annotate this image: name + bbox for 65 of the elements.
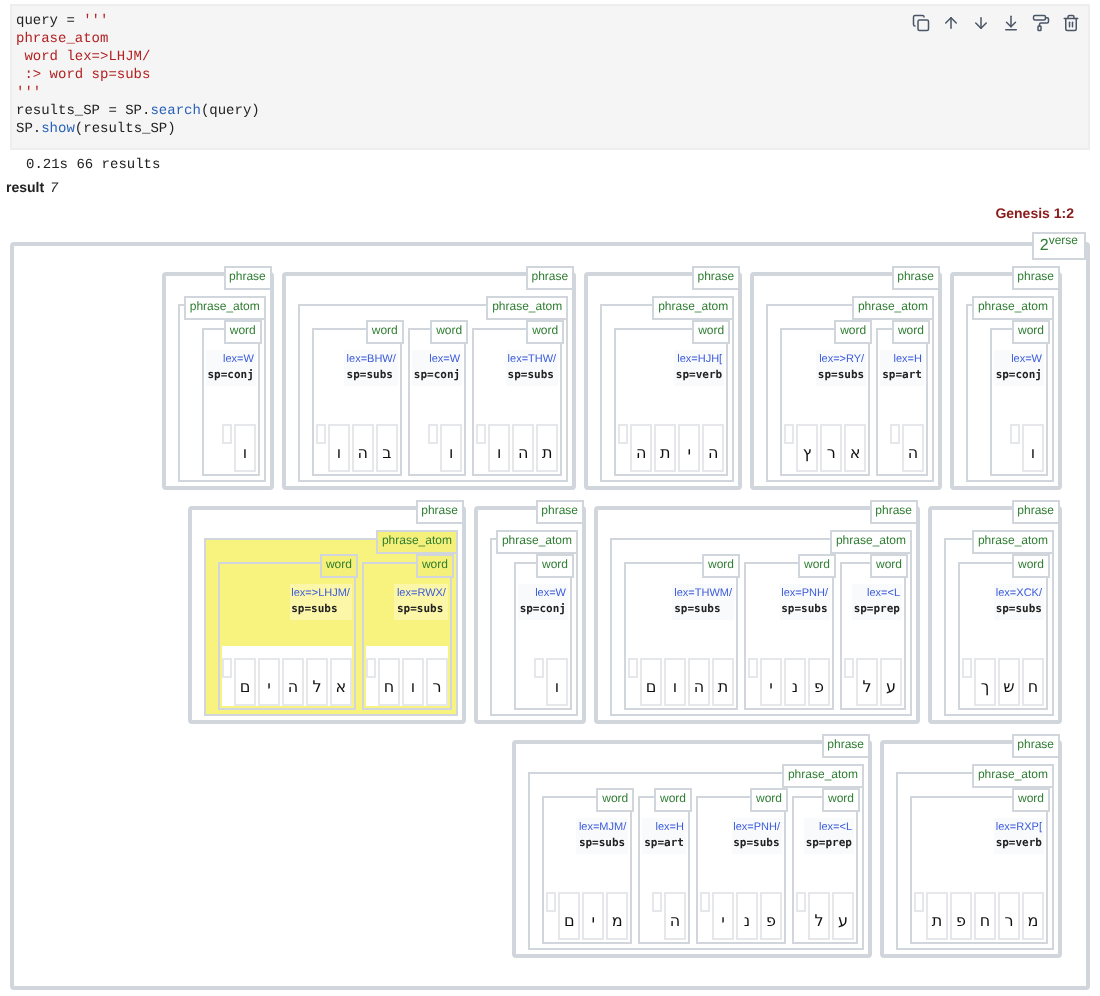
letter-cell: ך [974,658,996,706]
letter-cell: ם [558,892,581,940]
letter-cell: ת [536,424,559,472]
letter-cell: ו [440,424,463,472]
empty-cell [652,892,662,912]
empty-cell [428,424,439,444]
verse-tag: 2$^{verse}$ [1031,232,1086,260]
letter-cell: י [712,892,734,940]
letter-cell: ו [327,424,350,472]
letter-cell: מ [1022,892,1044,940]
letter-cell: ו [1022,424,1044,472]
paint-roller-icon[interactable] [1032,14,1050,32]
letter-cell: ת [926,892,948,940]
letter-cell: ה [664,892,686,940]
letter-cell: ל [305,658,328,706]
letter-cell: ר [820,424,843,472]
letter-cell: ו [664,658,686,706]
letter-cell: ח [377,658,400,706]
letter-cell: ת [654,424,677,472]
letter-cell: י [582,892,605,940]
letter-cell: ו [401,658,424,706]
letter-cell: י [257,658,280,706]
letter-cell: ה [688,658,710,706]
letter-cell: ר [998,892,1020,940]
letter-cell: ה [630,424,653,472]
letter-cell: ה [702,424,725,472]
letter-cell: ה [351,424,374,472]
letter-cell: ח [974,892,996,940]
letter-cell: ב [375,424,398,472]
letter-cell: ה [281,658,304,706]
letter-cell: ם [640,658,662,706]
letter-cell: ו [233,424,256,472]
trash-icon[interactable] [1062,14,1080,32]
letter-cell: ת [712,658,734,706]
letter-cell: ץ [796,424,819,472]
letter-cell: ע [832,892,854,940]
download-icon[interactable] [1002,14,1020,32]
letter-cell: י [678,424,701,472]
empty-cell [1010,424,1020,444]
arrow-down-icon[interactable] [972,14,990,32]
letter-cell: ם [233,658,256,706]
letter-cell: ה [512,424,535,472]
letter-cell: א [844,424,867,472]
letter-cell: ר [425,658,448,706]
letter-cell: פ [808,658,830,706]
letter-cell: א [329,658,352,706]
letter-cell: ע [880,658,902,706]
letter-cell: מ [606,892,629,940]
empty-cell [534,658,544,678]
letter-cell: ל [856,658,878,706]
empty-cell [221,424,232,444]
empty-cell [889,424,900,444]
letter-cell: ח [1022,658,1044,706]
letter-cell: נ [736,892,758,940]
letter-cell: ו [546,658,568,706]
letter-cell: י [760,658,782,706]
letter-cell: ל [808,892,830,940]
letter-cell: פ [950,892,972,940]
letter-cell: נ [784,658,806,706]
letter-cell: ו [488,424,511,472]
copy-icon[interactable] [912,14,930,32]
letter-cell: פ [760,892,782,940]
letter-cell: ה [901,424,924,472]
arrow-up-icon[interactable] [942,14,960,32]
letter-cell: ש [998,658,1020,706]
